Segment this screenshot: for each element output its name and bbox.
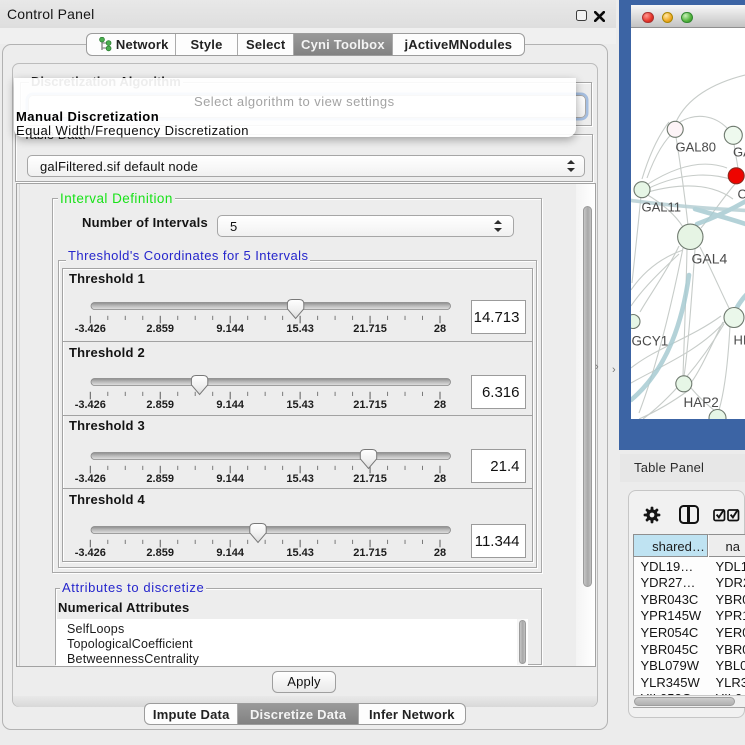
svg-text:HI: HI (734, 333, 745, 348)
svg-text:-3.426: -3.426 (75, 399, 106, 410)
svg-text:2.859: 2.859 (146, 547, 174, 558)
svg-text:21.715: 21.715 (353, 473, 387, 484)
svg-text:C: C (738, 187, 745, 202)
svg-text:GCY1: GCY1 (632, 334, 669, 349)
svg-text:-3.426: -3.426 (75, 473, 106, 484)
svg-text:-3.426: -3.426 (75, 323, 106, 334)
svg-text:9.144: 9.144 (216, 547, 244, 558)
svg-text:GAL80: GAL80 (676, 140, 716, 155)
svg-text:21.715: 21.715 (353, 547, 387, 558)
svg-text:28: 28 (434, 323, 446, 334)
svg-text:21.715: 21.715 (353, 323, 387, 334)
svg-text:HAP2: HAP2 (684, 395, 719, 410)
svg-text:28: 28 (434, 399, 446, 410)
svg-text:9.144: 9.144 (216, 399, 244, 410)
svg-text:21.715: 21.715 (353, 399, 387, 410)
svg-text:GAL4: GAL4 (692, 251, 728, 267)
svg-text:28: 28 (434, 547, 446, 558)
svg-text:2.859: 2.859 (146, 323, 174, 334)
svg-text:2.859: 2.859 (146, 399, 174, 410)
svg-text:2.859: 2.859 (146, 473, 174, 484)
svg-text:9.144: 9.144 (216, 473, 244, 484)
svg-text:-3.426: -3.426 (75, 547, 106, 558)
svg-text:15.43: 15.43 (286, 473, 314, 484)
svg-text:28: 28 (434, 473, 446, 484)
svg-text:GAL8: GAL8 (733, 145, 745, 160)
svg-text:15.43: 15.43 (286, 399, 314, 410)
svg-text:9.144: 9.144 (216, 323, 244, 334)
svg-text:15.43: 15.43 (286, 547, 314, 558)
svg-text:GAL11: GAL11 (642, 200, 682, 215)
svg-text:15.43: 15.43 (286, 323, 314, 334)
